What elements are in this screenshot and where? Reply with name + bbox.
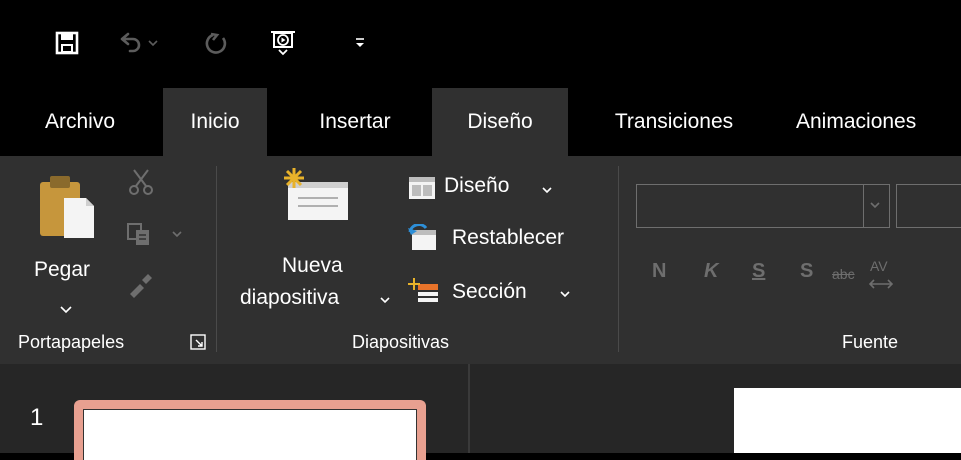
tab-diseno[interactable]: Diseño <box>432 88 568 156</box>
chevron-down-icon <box>380 297 390 304</box>
cut-button[interactable] <box>126 166 158 198</box>
clipboard-launcher-button[interactable] <box>190 334 208 352</box>
tab-animaciones[interactable]: Animaciones <box>796 88 961 156</box>
reset-icon <box>408 224 436 250</box>
chevron-down-icon <box>148 40 158 47</box>
chevron-down-icon <box>60 306 72 314</box>
slide-number: 1 <box>30 404 44 431</box>
chevron-down-icon <box>172 231 182 238</box>
new-slide-label-line1: Nueva <box>282 254 343 277</box>
reset-button[interactable]: Restablecer <box>408 220 588 256</box>
quick-access-toolbar <box>0 0 961 88</box>
section-label: Sección <box>452 280 527 303</box>
reset-label: Restablecer <box>452 226 565 249</box>
slide-thumbnail-canvas <box>83 409 417 460</box>
slide-thumbnail-1[interactable] <box>74 400 426 460</box>
bold-button[interactable]: N <box>652 260 666 283</box>
ribbon-tabs: Archivo Inicio Insertar Diseño Transicio… <box>0 88 961 156</box>
layout-icon <box>409 177 435 199</box>
redo-icon <box>205 32 227 54</box>
tab-archivo[interactable]: Archivo <box>20 88 140 156</box>
format-painter-button[interactable] <box>126 272 158 304</box>
shadow-button[interactable]: S <box>800 260 813 283</box>
new-slide-label-line2: diapositiva <box>240 286 340 309</box>
new-slide-button[interactable]: Nueva diapositiva <box>240 166 400 326</box>
format-painter-icon <box>130 274 152 298</box>
dialog-launcher-icon <box>190 334 206 350</box>
character-spacing-button[interactable]: AV <box>868 258 898 294</box>
thumbnail-pane: 1 <box>0 364 470 460</box>
save-button[interactable] <box>50 26 84 60</box>
font-name-combobox[interactable] <box>636 184 890 228</box>
paste-button[interactable]: Pegar <box>34 170 104 320</box>
slides-group-label: Diapositivas <box>352 332 450 352</box>
start-presentation-icon <box>271 31 295 56</box>
paste-label: Pegar <box>34 258 91 281</box>
copy-icon <box>127 223 149 245</box>
chevron-down-icon <box>542 187 552 194</box>
font-size-combobox[interactable] <box>896 184 961 228</box>
workspace: 1 <box>0 364 961 460</box>
redo-button[interactable] <box>200 26 234 60</box>
slide-editor <box>470 364 961 453</box>
undo-dropdown-button[interactable] <box>146 26 160 60</box>
scissors-icon <box>129 169 153 195</box>
chevron-down-icon <box>870 202 880 209</box>
paste-icon <box>40 176 94 238</box>
character-spacing-label: AV <box>870 258 888 274</box>
strikethrough-button[interactable]: abc <box>832 266 855 282</box>
layout-label: Diseño <box>444 174 510 197</box>
copy-button[interactable] <box>126 222 188 254</box>
chevron-down-icon <box>560 291 570 298</box>
section-icon <box>408 278 438 302</box>
font-group-label: Fuente <box>842 332 899 352</box>
clipboard-group-label: Portapapeles <box>18 332 125 352</box>
double-arrow-icon <box>868 279 894 289</box>
underline-button[interactable]: S <box>752 260 765 283</box>
ribbon: Pegar Portapapeles Nueva diapositiva Dis… <box>0 156 961 364</box>
customize-qat-button[interactable] <box>350 26 370 60</box>
customize-qat-icon <box>356 38 364 47</box>
new-slide-icon <box>284 168 348 220</box>
tab-inicio[interactable]: Inicio <box>163 88 267 156</box>
save-icon <box>55 31 79 55</box>
undo-button[interactable] <box>114 26 148 60</box>
start-presentation-button[interactable] <box>264 26 302 60</box>
section-button[interactable]: Sección <box>408 274 578 310</box>
tab-insertar[interactable]: Insertar <box>290 88 420 156</box>
slide-canvas[interactable] <box>734 388 961 453</box>
undo-icon <box>120 32 141 53</box>
italic-button[interactable]: K <box>704 260 718 283</box>
tab-transiciones[interactable]: Transiciones <box>586 88 762 156</box>
layout-button[interactable]: Diseño <box>408 170 558 206</box>
